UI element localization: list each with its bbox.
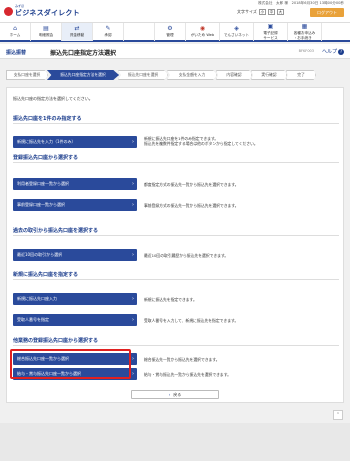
transfer-icon: ⇄ <box>74 25 80 32</box>
nav-blank <box>124 23 155 41</box>
step-7: 完了 <box>286 70 316 80</box>
network-icon: ◈ <box>234 25 239 32</box>
nav-home[interactable]: ⌂ ホーム <box>0 23 31 41</box>
logo-text: ビジネスダイレクト <box>15 9 80 17</box>
scroll-to-top-icon[interactable]: ⌃ <box>333 410 343 420</box>
approve-icon: ✎ <box>105 25 111 32</box>
chevron-left-icon: ‹ <box>168 392 171 397</box>
nav-statements[interactable]: ▤ 明細照会 <box>31 23 62 41</box>
nav-densai-net[interactable]: ◈ でんさいネット <box>220 23 254 41</box>
new-single-payee-button[interactable]: 新規に振込先を入力（1件のみ） › <box>13 136 137 148</box>
font-size-medium-button[interactable]: 中 <box>267 9 275 15</box>
back-button[interactable]: ‹ 戻る <box>131 390 219 399</box>
font-size-selector: 文字サイズ 小 中 大 <box>237 9 284 15</box>
button-label: 事前登録口座一覧から選択 <box>17 202 65 207</box>
nav-label: ホーム <box>9 33 21 37</box>
logo: みずほ ビジネスダイレクト <box>4 4 80 18</box>
button-description: 事前登録方式の振込先一覧から振込先を選択できます。 <box>144 203 239 208</box>
nav-label: 各種お申込み ・お手続き <box>293 30 316 40</box>
chevron-right-icon: › <box>132 296 134 302</box>
button-description: 最近10回の取引履歴から振込先を選択できます。 <box>144 253 229 258</box>
chevron-right-icon: › <box>132 371 134 377</box>
logo-mark-icon <box>4 6 13 16</box>
logout-button[interactable]: ログアウト <box>310 8 344 17</box>
home-icon: ⌂ <box>13 25 17 32</box>
page-title: 振込先口座指定方法選択 <box>50 50 117 57</box>
nav-approval[interactable]: ✎ 承認 <box>93 23 124 41</box>
user-info: 株式会社 太郎 様 2018年6月30日 13時00分00秒 <box>258 1 344 5</box>
button-label: 受取人番号を指定 <box>17 317 49 322</box>
nav-label: 管理 <box>166 33 174 37</box>
globe-icon: ◉ <box>199 25 206 32</box>
nav-label: でんさいネット <box>223 33 250 37</box>
nav-fund-transfer[interactable]: ⇄ 資金移動 <box>62 23 93 41</box>
nav-gaitame-web[interactable]: ◉ がいため Web <box>186 23 220 41</box>
nav-electronic-record[interactable]: ▣ 電子記録 サービス <box>254 23 288 41</box>
section-title-single: 振込先口座を1件のみ指定する <box>13 115 339 124</box>
recipient-number-button[interactable]: 受取人番号を指定 › <box>13 314 137 326</box>
chevron-right-icon: › <box>132 356 134 362</box>
pre-registered-list-button[interactable]: 事前登録口座一覧から選択 › <box>13 199 137 211</box>
category-label: 振込振替 <box>6 50 27 56</box>
top-header: みずほ ビジネスダイレクト 株式会社 太郎 様 2018年6月30日 13時00… <box>0 0 350 22</box>
button-description: 都度指定方式の振込先一覧から振込先を選択できます。 <box>144 182 239 187</box>
nav-applications[interactable]: ▦ 各種お申込み ・お手続き <box>288 23 322 41</box>
nav-label: 電子記録 サービス <box>263 30 278 40</box>
chevron-right-icon: › <box>132 139 134 145</box>
intro-text: 振込先口座の指定方法を選択してください。 <box>13 96 93 101</box>
new-payee-input-button[interactable]: 新規に振込先口座入力 › <box>13 293 137 305</box>
button-description: 受取人番号を入力して、新規に振込先を指定できます。 <box>144 318 239 323</box>
nav-manage[interactable]: ⚙ 管理 <box>155 23 186 41</box>
section-title-other-business: 他業務の登録振込先口座から選択する <box>13 337 339 346</box>
blank-icon <box>136 29 143 35</box>
button-description: 給与・賞与振込先一覧から振込先を選択できます。 <box>144 372 231 377</box>
help-link[interactable]: ヘルプ? <box>322 48 344 55</box>
recent-10-transactions-button[interactable]: 最近10回の取引から選択 › <box>13 249 137 261</box>
nav-label: 明細照会 <box>38 33 54 37</box>
button-description: 総合振込先一覧から振込先を選択できます。 <box>144 357 220 362</box>
manage-icon: ⚙ <box>167 25 173 32</box>
chevron-right-icon: › <box>132 252 134 258</box>
nav-label: 承認 <box>104 33 112 37</box>
nav-label: がいため Web <box>190 33 215 37</box>
font-size-small-button[interactable]: 小 <box>258 9 266 15</box>
page-title-bar: 振込振替 振込先口座指定方法選択 BFKF003 ヘルプ? <box>0 44 350 59</box>
chevron-right-icon: › <box>132 317 134 323</box>
step-4: 支払金額を入力 <box>167 70 217 80</box>
step-5: 内容確認 <box>216 70 252 80</box>
font-size-label: 文字サイズ <box>237 9 257 14</box>
chevron-right-icon: › <box>132 202 134 208</box>
footer <box>0 423 350 461</box>
step-3: 振込先口座を選択 <box>118 70 168 80</box>
button-description: 新規に振込先口座を1件のみ指定できます。 振込先を複数件指定する場合は他のボタン… <box>144 136 258 146</box>
step-1: 支払口座を選択 <box>6 70 48 80</box>
section-title-registered: 登録振込先口座から選択する <box>13 154 339 163</box>
section-title-history: 過去の取引から振込先口座を選択する <box>13 227 339 236</box>
button-label: 最近10回の取引から選択 <box>17 252 63 257</box>
help-label: ヘルプ <box>321 49 337 55</box>
highlight-frame <box>10 349 131 379</box>
screen-code: BFKF003 <box>298 49 314 53</box>
document-icon: ▤ <box>43 25 49 32</box>
nav-label: 資金移動 <box>69 33 85 37</box>
back-label: 戻る <box>173 391 182 397</box>
record-icon: ▣ <box>267 22 274 30</box>
step-2-current: 振込先口座指定方法を選択 <box>47 70 119 80</box>
button-label: 新規に振込先を入力（1件のみ） <box>17 139 76 144</box>
section-title-new: 新規に振込先口座を指定する <box>13 271 339 280</box>
step-progress: 支払口座を選択 振込先口座指定方法を選択 振込先口座を選択 支払金額を入力 内容… <box>6 70 344 80</box>
button-label: 利用者登録口座一覧から選択 <box>17 181 69 186</box>
chevron-right-icon: › <box>132 181 134 187</box>
button-label: 新規に振込先口座入力 <box>17 296 57 301</box>
step-6: 実行確認 <box>251 70 287 80</box>
button-description: 新規に振込先を指定できます。 <box>144 297 197 302</box>
user-registered-list-button[interactable]: 利用者登録口座一覧から選択 › <box>13 178 137 190</box>
global-nav: ⌂ ホーム ▤ 明細照会 ⇄ 資金移動 ✎ 承認 ⚙ 管理 ◉ がいため Web ◈ でんさい… <box>0 22 350 42</box>
question-icon: ? <box>338 48 344 55</box>
form-icon: ▦ <box>301 22 308 30</box>
font-size-large-button[interactable]: 大 <box>276 9 284 15</box>
